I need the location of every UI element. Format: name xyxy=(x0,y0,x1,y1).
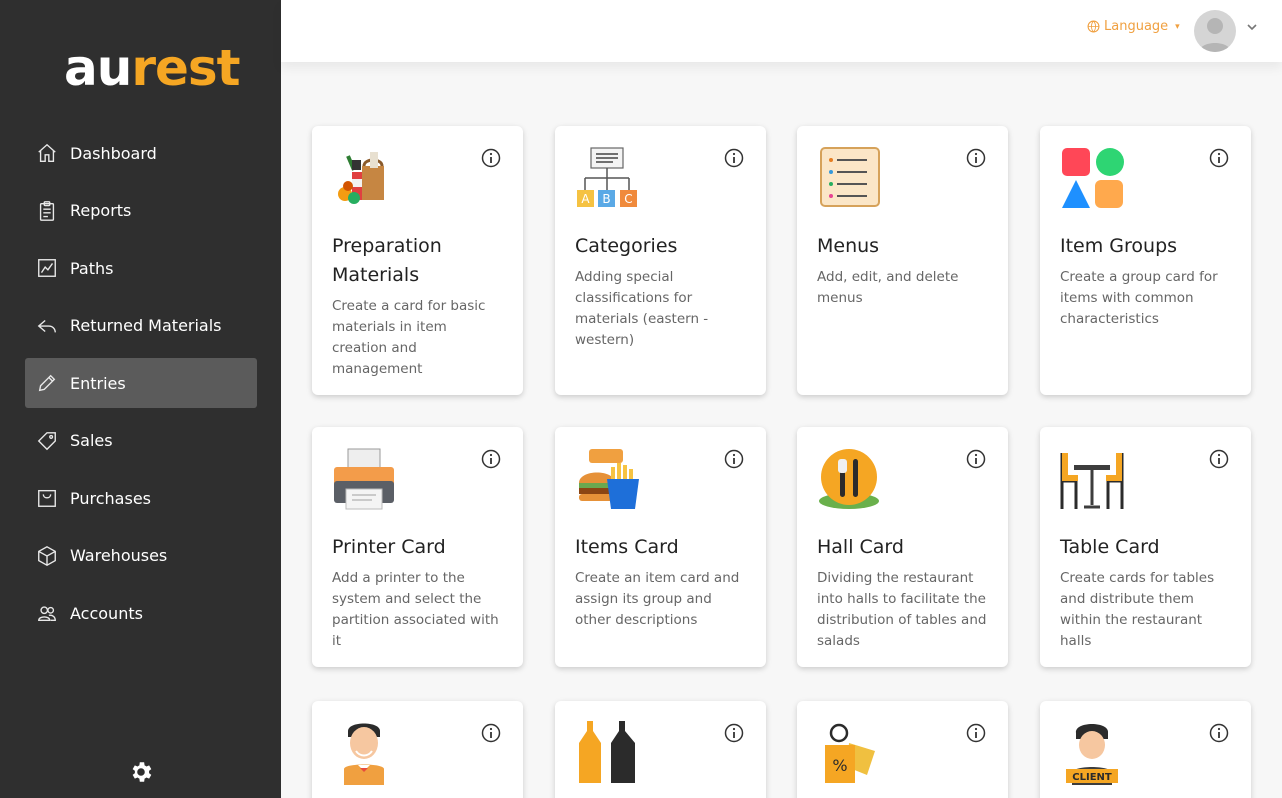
card-sauces[interactable] xyxy=(555,701,766,798)
sidebar-item-dashboard[interactable]: Dashboard xyxy=(25,128,257,178)
language-label: Language xyxy=(1104,19,1169,34)
sidebar-nav: Dashboard Reports Paths Returned Materia… xyxy=(25,128,257,646)
card-title: Item Groups xyxy=(1060,235,1178,257)
tag-icon xyxy=(35,429,59,453)
card-description: Adding special classifications for mater… xyxy=(575,269,709,348)
language-selector[interactable]: Language ▾ xyxy=(1087,19,1180,34)
svg-text:%: % xyxy=(832,756,847,775)
sauce-bottles-icon xyxy=(579,721,635,783)
sidebar-item-reports[interactable]: Reports xyxy=(25,186,257,236)
client-icon: CLIENT xyxy=(1066,724,1118,785)
sidebar-item-returned-materials[interactable]: Returned Materials xyxy=(25,301,257,351)
card-title: Printer Card xyxy=(332,536,446,558)
abc-hierarchy-icon: A B C xyxy=(577,147,637,207)
users-icon xyxy=(35,601,59,625)
card-waiter[interactable] xyxy=(312,701,523,798)
card-discounts[interactable]: % xyxy=(797,701,1008,798)
info-icon[interactable] xyxy=(1209,723,1229,743)
reply-icon xyxy=(35,314,59,338)
shapes-icon xyxy=(1062,148,1124,208)
card-printer[interactable]: Printer Card Add a printer to the system… xyxy=(312,427,523,667)
sidebar-item-label: Purchases xyxy=(70,488,151,508)
card-item-groups[interactable]: Item Groups Create a group card for item… xyxy=(1040,126,1251,395)
card-description: Create cards for tables and distribute t… xyxy=(1060,570,1215,649)
box-icon xyxy=(35,544,59,568)
home-icon xyxy=(35,141,59,165)
card-preparation-materials[interactable]: Preparation Materials Create a card for … xyxy=(312,126,523,395)
menu-list-icon xyxy=(820,147,880,207)
card-description: Add, edit, and delete menus xyxy=(817,269,959,306)
sidebar-item-accounts[interactable]: Accounts xyxy=(25,588,257,638)
card-description: Add a printer to the system and select t… xyxy=(332,570,499,649)
pencil-icon xyxy=(35,371,59,395)
sidebar-item-label: Reports xyxy=(70,201,132,220)
sidebar-item-label: Paths xyxy=(70,258,114,278)
top-header: Language ▾ xyxy=(281,0,1282,62)
chevron-down-icon[interactable] xyxy=(1247,22,1257,32)
info-icon[interactable] xyxy=(724,723,744,743)
globe-icon xyxy=(1087,20,1100,33)
discount-tag-icon: % xyxy=(825,723,875,783)
groceries-icon xyxy=(338,152,384,204)
bag-icon xyxy=(35,486,59,510)
gear-icon[interactable] xyxy=(128,759,154,785)
sidebar: aurest Dashboard Reports Paths Returned … xyxy=(0,0,281,798)
sidebar-item-label: Accounts xyxy=(70,603,143,623)
svg-text:C: C xyxy=(624,192,632,206)
card-title: Table Card xyxy=(1060,536,1160,558)
sidebar-item-label: Warehouses xyxy=(70,546,168,565)
sidebar-item-paths[interactable]: Paths xyxy=(25,243,257,293)
card-description: Create a card for basic materials in ite… xyxy=(332,298,486,377)
card-description: Create an item card and assign its group… xyxy=(575,570,740,628)
card-items[interactable]: Items Card Create an item card and assig… xyxy=(555,427,766,667)
brand-logo[interactable]: aurest xyxy=(64,38,241,98)
card-description: Dividing the restaurant into halls to fa… xyxy=(817,570,987,649)
info-icon[interactable] xyxy=(966,148,986,168)
sidebar-item-label: Returned Materials xyxy=(70,316,222,335)
info-icon[interactable] xyxy=(724,148,744,168)
card-title: Items Card xyxy=(575,536,679,558)
avatar[interactable] xyxy=(1194,10,1236,52)
svg-text:A: A xyxy=(581,192,590,206)
waiter-icon xyxy=(344,723,384,785)
clipboard-icon xyxy=(35,199,59,223)
sidebar-item-label: Dashboard xyxy=(70,143,157,163)
card-categories[interactable]: A B C Categories Adding special classifi… xyxy=(555,126,766,395)
info-icon[interactable] xyxy=(1209,148,1229,168)
info-icon[interactable] xyxy=(481,148,501,168)
card-title: Preparation Materials xyxy=(332,235,442,286)
card-table[interactable]: Table Card Create cards for tables and d… xyxy=(1040,427,1251,667)
fast-food-icon xyxy=(579,449,639,509)
info-icon[interactable] xyxy=(724,449,744,469)
card-title: Categories xyxy=(575,235,678,257)
info-icon[interactable] xyxy=(966,723,986,743)
caret-down-icon: ▾ xyxy=(1175,21,1180,32)
table-chairs-icon xyxy=(1060,453,1124,509)
sidebar-item-sales[interactable]: Sales xyxy=(25,416,257,466)
info-icon[interactable] xyxy=(481,449,501,469)
svg-text:CLIENT: CLIENT xyxy=(1072,772,1112,783)
card-description: Create a group card for items with commo… xyxy=(1060,269,1218,327)
hall-icon xyxy=(819,449,879,509)
card-title: Hall Card xyxy=(817,536,904,558)
chart-icon xyxy=(35,256,59,280)
sidebar-item-label: Entries xyxy=(70,373,126,393)
printer-icon xyxy=(334,448,394,510)
card-title: Menus xyxy=(817,235,880,257)
sidebar-item-warehouses[interactable]: Warehouses xyxy=(25,531,257,581)
brand-part1: au xyxy=(64,39,132,97)
brand-part2: rest xyxy=(131,39,240,97)
sidebar-item-purchases[interactable]: Purchases xyxy=(25,473,257,523)
sidebar-item-entries[interactable]: Entries xyxy=(25,358,257,408)
svg-text:B: B xyxy=(602,192,610,206)
card-hall[interactable]: Hall Card Dividing the restaurant into h… xyxy=(797,427,1008,667)
user-avatar-icon xyxy=(1199,18,1231,52)
card-clients[interactable]: CLIENT xyxy=(1040,701,1251,798)
info-icon[interactable] xyxy=(966,449,986,469)
card-menus[interactable]: Menus Add, edit, and delete menus xyxy=(797,126,1008,395)
sidebar-item-label: Sales xyxy=(70,431,113,450)
info-icon[interactable] xyxy=(1209,449,1229,469)
info-icon[interactable] xyxy=(481,723,501,743)
